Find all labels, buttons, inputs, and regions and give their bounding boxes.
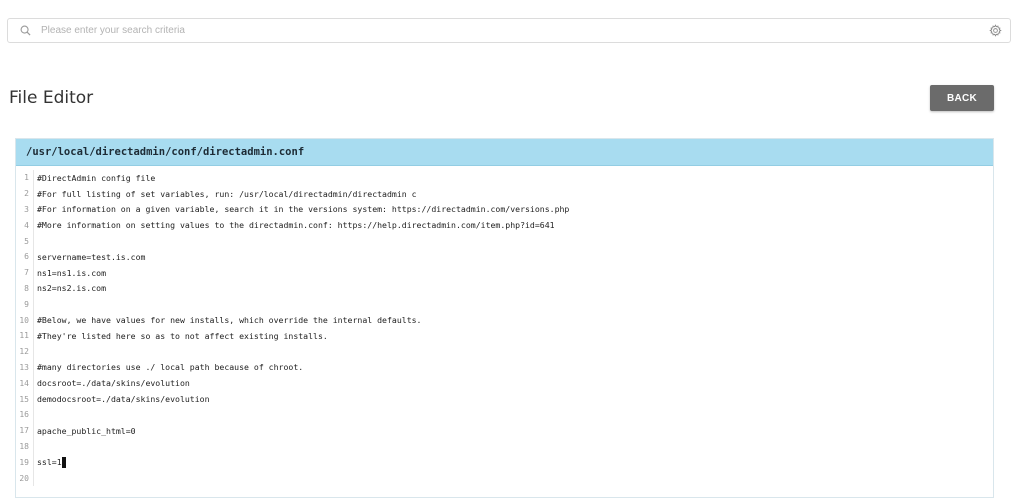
line-number: 7 (24, 268, 29, 278)
text-cursor (61, 456, 66, 468)
code-editor[interactable]: 1 #DirectAdmin config file 2 #For full list… (16, 166, 993, 486)
code-line[interactable]: 6 servername=test.is.com (16, 248, 993, 265)
line-number: 4 (24, 220, 29, 230)
line-number: 9 (24, 299, 29, 309)
file-path-header: /usr/local/directadmin/conf/directadmin.… (16, 139, 993, 166)
file-editor: /usr/local/directadmin/conf/directadmin.… (15, 138, 994, 498)
code-line[interactable]: 18 (16, 438, 993, 455)
code-line-text: #For information on a given variable, se… (37, 204, 570, 215)
code-line-text: docsroot=./data/skins/evolution (37, 378, 190, 389)
code-line-text-wrap[interactable]: demodocsroot=./data/skins/evolution (33, 391, 993, 407)
code-line-text: #More information on setting values to t… (37, 220, 555, 231)
code-line[interactable]: 4 #More information on setting values to … (16, 217, 993, 234)
code-line-text-wrap[interactable]: servername=test.is.com (33, 248, 993, 265)
code-line-text: #Below, we have values for new installs,… (37, 315, 422, 326)
line-number: 18 (19, 441, 29, 451)
code-line-text: ns1=ns1.is.com (37, 267, 107, 278)
code-line-text-wrap[interactable]: #For information on a given variable, se… (33, 201, 993, 218)
code-line[interactable]: 19 ssl=1 (16, 454, 993, 471)
code-line[interactable]: 7 ns1=ns1.is.com (16, 264, 993, 281)
code-line-text-wrap[interactable] (33, 296, 993, 313)
code-line[interactable]: 16 (16, 406, 993, 423)
code-line-text-wrap[interactable] (33, 343, 993, 360)
line-number: 5 (24, 236, 29, 246)
code-line[interactable]: 5 (16, 233, 993, 249)
page-title: File Editor (9, 88, 94, 108)
code-line[interactable]: 8 ns2=ns2.is.com (16, 280, 993, 297)
line-number: 1 (24, 173, 29, 183)
code-line-text-wrap[interactable]: #They're listed here so as to not affect… (33, 327, 993, 344)
file-path: /usr/local/directadmin/conf/directadmin.… (26, 146, 305, 158)
code-line-text-wrap[interactable]: docsroot=./data/skins/evolution (33, 375, 993, 392)
gear-icon[interactable] (986, 22, 1004, 40)
line-number: 6 (24, 252, 29, 262)
code-line-text: #DirectAdmin config file (37, 172, 156, 183)
search-input[interactable] (35, 20, 986, 41)
code-line-text-wrap[interactable] (33, 406, 993, 423)
back-button[interactable]: BACK (930, 85, 994, 111)
code-line[interactable]: 14 docsroot=./data/skins/evolution (16, 375, 993, 392)
code-line-text-wrap[interactable]: ssl=1 (33, 454, 993, 471)
code-line-text-wrap[interactable]: #For full listing of set variables, run:… (33, 185, 993, 202)
line-number: 12 (19, 347, 29, 357)
code-line-text-wrap[interactable] (33, 470, 993, 486)
code-line[interactable]: 20 (16, 470, 993, 486)
line-number: 10 (19, 315, 29, 325)
line-number: 20 (19, 473, 29, 483)
code-line-text: demodocsroot=./data/skins/evolution (37, 394, 210, 405)
code-line[interactable]: 9 (16, 296, 993, 313)
line-number: 13 (19, 362, 29, 372)
code-line-text-wrap[interactable]: #Below, we have values for new installs,… (33, 312, 993, 328)
line-number: 8 (24, 283, 29, 293)
code-line[interactable]: 1 #DirectAdmin config file (16, 170, 993, 186)
code-line-text-wrap[interactable]: apache_public_html=0 (33, 422, 993, 439)
code-line[interactable]: 12 (16, 343, 993, 360)
line-number: 19 (19, 457, 29, 467)
code-line[interactable]: 13 #many directories use ./ local path be… (16, 359, 993, 376)
line-number: 11 (19, 331, 29, 341)
line-number: 3 (24, 204, 29, 214)
code-line-text-wrap[interactable]: ns2=ns2.is.com (33, 280, 993, 297)
code-line[interactable]: 11 #They're listed here so as to not affe… (16, 327, 993, 344)
line-number: 14 (19, 378, 29, 388)
line-number: 16 (19, 410, 29, 420)
search-bar[interactable] (7, 18, 1011, 43)
search-icon (15, 21, 35, 41)
line-number: 2 (24, 189, 29, 199)
code-line-text-wrap[interactable] (33, 438, 993, 455)
line-number: 15 (19, 394, 29, 404)
code-line[interactable]: 3 #For information on a given variable, s… (16, 201, 993, 218)
code-line-text: servername=test.is.com (37, 251, 146, 262)
code-line[interactable]: 2 #For full listing of set variables, run… (16, 185, 993, 202)
code-line-text: #many directories use ./ local path beca… (37, 362, 304, 373)
code-line-text: ns2=ns2.is.com (37, 283, 107, 294)
code-line[interactable]: 10 #Below, we have values for new install… (16, 312, 993, 328)
code-line-text-wrap[interactable] (33, 233, 993, 249)
code-line-text: #They're listed here so as to not affect… (37, 330, 328, 341)
code-line-text-wrap[interactable]: #many directories use ./ local path beca… (33, 359, 993, 376)
line-number: 17 (19, 426, 29, 436)
code-line-text-wrap[interactable]: #More information on setting values to t… (33, 217, 993, 234)
code-line-text: ssl=1 (37, 457, 62, 468)
code-line[interactable]: 15 demodocsroot=./data/skins/evolution (16, 391, 993, 407)
code-line-text: #For full listing of set variables, run:… (37, 188, 417, 199)
code-line-text-wrap[interactable]: ns1=ns1.is.com (33, 264, 993, 281)
code-line[interactable]: 17 apache_public_html=0 (16, 422, 993, 439)
code-line-text: apache_public_html=0 (37, 425, 136, 436)
code-line-text-wrap[interactable]: #DirectAdmin config file (33, 170, 993, 186)
